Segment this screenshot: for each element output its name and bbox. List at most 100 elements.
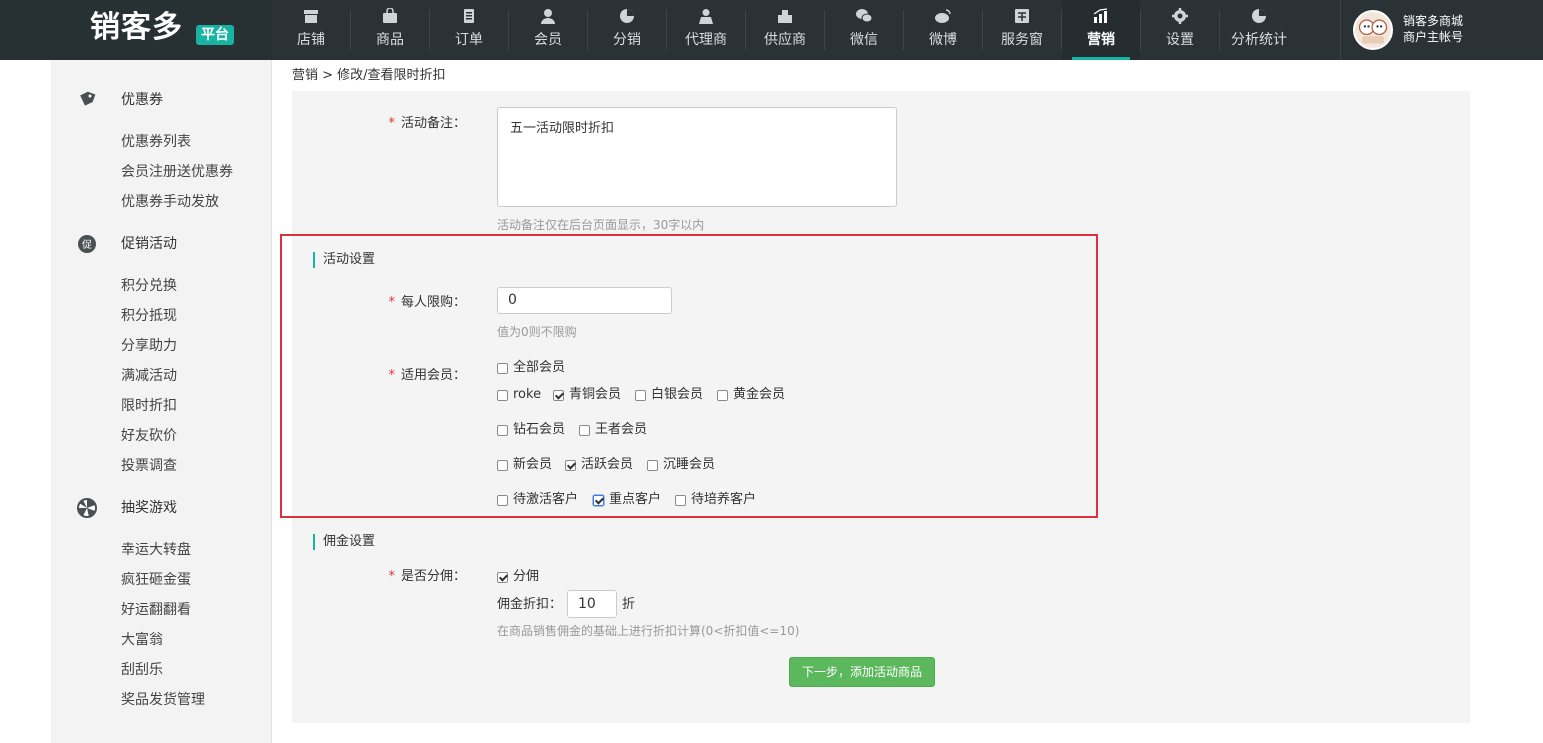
sidebar-item-golden-egg[interactable]: 疯狂砸金蛋 bbox=[121, 571, 191, 589]
section-title-activity: 活动设置 bbox=[313, 252, 375, 268]
nav-label: 店铺 bbox=[297, 32, 325, 48]
nav-item-orders[interactable]: 订单 bbox=[430, 0, 508, 60]
checkbox-label: roke bbox=[513, 387, 542, 402]
nav-item-analytics[interactable]: 分析统计 bbox=[1220, 0, 1298, 60]
nav-item-service-window[interactable]: 服务窗 bbox=[983, 0, 1061, 60]
nav-label: 微博 bbox=[929, 32, 957, 48]
nav-item-store[interactable]: 店铺 bbox=[272, 0, 350, 60]
checkbox-checked[interactable] bbox=[553, 389, 564, 401]
checkbox[interactable] bbox=[497, 424, 508, 436]
sidebar-item-points-cash[interactable]: 积分抵现 bbox=[121, 307, 177, 325]
sidebar-item-monopoly[interactable]: 大富翁 bbox=[121, 631, 163, 649]
commission-checkbox[interactable]: 分佣 bbox=[497, 569, 539, 585]
sidebar-item-friend-bargain[interactable]: 好友砍价 bbox=[121, 427, 177, 445]
nav-label: 会员 bbox=[534, 32, 562, 48]
sidebar-group-label: 促销活动 bbox=[121, 236, 177, 252]
commission-discount-label: 佣金折扣： bbox=[497, 597, 563, 612]
nav-item-members[interactable]: 会员 bbox=[509, 0, 587, 60]
sidebar-item-prize-shipping[interactable]: 奖品发货管理 bbox=[121, 691, 205, 709]
sidebar-item-points-exchange[interactable]: 积分兑换 bbox=[121, 277, 177, 295]
store-icon bbox=[304, 10, 318, 23]
agent-icon bbox=[699, 9, 713, 24]
member-checkbox[interactable]: 钻石会员 bbox=[497, 422, 565, 438]
remark-label: * 活动备注： bbox=[380, 116, 466, 132]
checkbox-label: 待培养客户 bbox=[691, 492, 757, 507]
sidebar-group-lottery[interactable]: 抽奖游戏 bbox=[51, 496, 272, 520]
account-type: 商户主帐号 bbox=[1403, 30, 1464, 44]
sidebar-item-vote-survey[interactable]: 投票调查 bbox=[121, 457, 177, 475]
coupon-tag-icon bbox=[80, 91, 96, 106]
nav-item-goods[interactable]: 商品 bbox=[351, 0, 429, 60]
nav-label: 分销 bbox=[613, 32, 641, 48]
nav-item-supplier[interactable]: 供应商 bbox=[746, 0, 824, 60]
member-checkbox[interactable]: 重点客户 bbox=[593, 492, 661, 508]
nav-item-weibo[interactable]: 微博 bbox=[904, 0, 982, 60]
checkbox[interactable] bbox=[497, 362, 508, 374]
checkbox-checked[interactable] bbox=[593, 494, 604, 506]
checkbox-checked[interactable] bbox=[497, 571, 508, 583]
checkbox[interactable] bbox=[675, 494, 686, 506]
checkbox-label: 待激活客户 bbox=[513, 492, 579, 507]
member-checkbox[interactable]: 沉睡会员 bbox=[647, 457, 715, 473]
checkbox[interactable] bbox=[497, 459, 508, 471]
nav-label: 供应商 bbox=[764, 32, 806, 48]
sidebar-item-scratch-card[interactable]: 刮刮乐 bbox=[121, 661, 163, 679]
user-account[interactable]: 销客多商城 商户主帐号 bbox=[1340, 0, 1543, 60]
sidebar-group-promotions[interactable]: 促 促销活动 bbox=[51, 232, 272, 256]
member-checkbox[interactable]: 活跃会员 bbox=[565, 457, 633, 473]
sidebar-item-register-coupon[interactable]: 会员注册送优惠券 bbox=[121, 163, 233, 181]
member-checkbox[interactable]: 待培养客户 bbox=[675, 492, 756, 508]
sidebar: 优惠券 优惠券列表 会员注册送优惠券 优惠券手动发放 促 促销活动 积分兑换 积… bbox=[51, 60, 272, 743]
sidebar-item-lucky-wheel[interactable]: 幸运大转盘 bbox=[121, 541, 191, 559]
checkbox[interactable] bbox=[647, 459, 658, 471]
member-checkbox[interactable]: roke bbox=[497, 387, 541, 403]
nav-item-settings[interactable]: 设置 bbox=[1141, 0, 1219, 60]
required-marker: * bbox=[388, 295, 395, 310]
checkbox[interactable] bbox=[579, 424, 590, 436]
checkbox-label: 青铜会员 bbox=[569, 387, 622, 402]
limit-input[interactable]: 0 bbox=[497, 287, 672, 314]
nav-item-agent[interactable]: 代理商 bbox=[667, 0, 745, 60]
checkbox-label: 王者会员 bbox=[595, 422, 648, 437]
checkbox-label: 全部会员 bbox=[513, 360, 566, 375]
logo-area[interactable]: 销客多 平台 bbox=[0, 0, 272, 60]
limit-label: * 每人限购： bbox=[380, 295, 466, 311]
checkbox[interactable] bbox=[497, 389, 508, 401]
sidebar-item-share-assist[interactable]: 分享助力 bbox=[121, 337, 177, 355]
nav-item-wechat[interactable]: 微信 bbox=[825, 0, 903, 60]
sidebar-item-manual-coupon[interactable]: 优惠券手动发放 bbox=[121, 193, 219, 211]
checkbox[interactable] bbox=[635, 389, 646, 401]
member-checkbox[interactable]: 待激活客户 bbox=[497, 492, 578, 508]
member-checkbox[interactable]: 青铜会员 bbox=[553, 387, 621, 403]
next-step-button[interactable]: 下一步，添加活动商品 bbox=[789, 657, 935, 687]
required-marker: * bbox=[388, 569, 395, 584]
sidebar-item-flip-cards[interactable]: 好运翻翻看 bbox=[121, 601, 191, 619]
service-window-icon bbox=[1015, 9, 1029, 23]
svg-text:促: 促 bbox=[82, 238, 92, 251]
sidebar-item-full-reduction[interactable]: 满减活动 bbox=[121, 367, 177, 385]
checkbox-checked[interactable] bbox=[565, 459, 576, 471]
member-checkbox[interactable]: 王者会员 bbox=[579, 422, 647, 438]
member-checkbox[interactable]: 新会员 bbox=[497, 457, 552, 473]
nav-item-distribution[interactable]: 分销 bbox=[588, 0, 666, 60]
weibo-icon bbox=[935, 9, 951, 23]
remark-hint: 活动备注仅在后台页面显示，30字以内 bbox=[497, 218, 705, 232]
limit-hint: 值为0则不限购 bbox=[497, 325, 577, 339]
checkbox-label: 活跃会员 bbox=[581, 457, 634, 472]
member-checkbox[interactable]: 白银会员 bbox=[635, 387, 703, 403]
sidebar-item-coupon-list[interactable]: 优惠券列表 bbox=[121, 133, 191, 151]
member-checkbox[interactable]: 黄金会员 bbox=[717, 387, 785, 403]
commission-discount-input[interactable]: 10 bbox=[567, 590, 617, 618]
supplier-icon bbox=[778, 10, 792, 23]
member-checkbox-all[interactable]: 全部会员 bbox=[497, 360, 565, 376]
store-name: 销客多商城 bbox=[1403, 14, 1464, 28]
sidebar-item-limited-discount[interactable]: 限时折扣 bbox=[121, 397, 177, 415]
avatar[interactable] bbox=[1353, 10, 1393, 50]
nav-item-marketing[interactable]: 营销 bbox=[1062, 0, 1140, 60]
nav-label: 商品 bbox=[376, 32, 404, 48]
checkbox[interactable] bbox=[497, 494, 508, 506]
checkbox-label: 重点客户 bbox=[609, 492, 662, 507]
checkbox[interactable] bbox=[717, 389, 728, 401]
remark-textarea[interactable]: 五一活动限时折扣 bbox=[497, 107, 897, 207]
sidebar-group-coupons[interactable]: 优惠券 bbox=[51, 88, 272, 112]
